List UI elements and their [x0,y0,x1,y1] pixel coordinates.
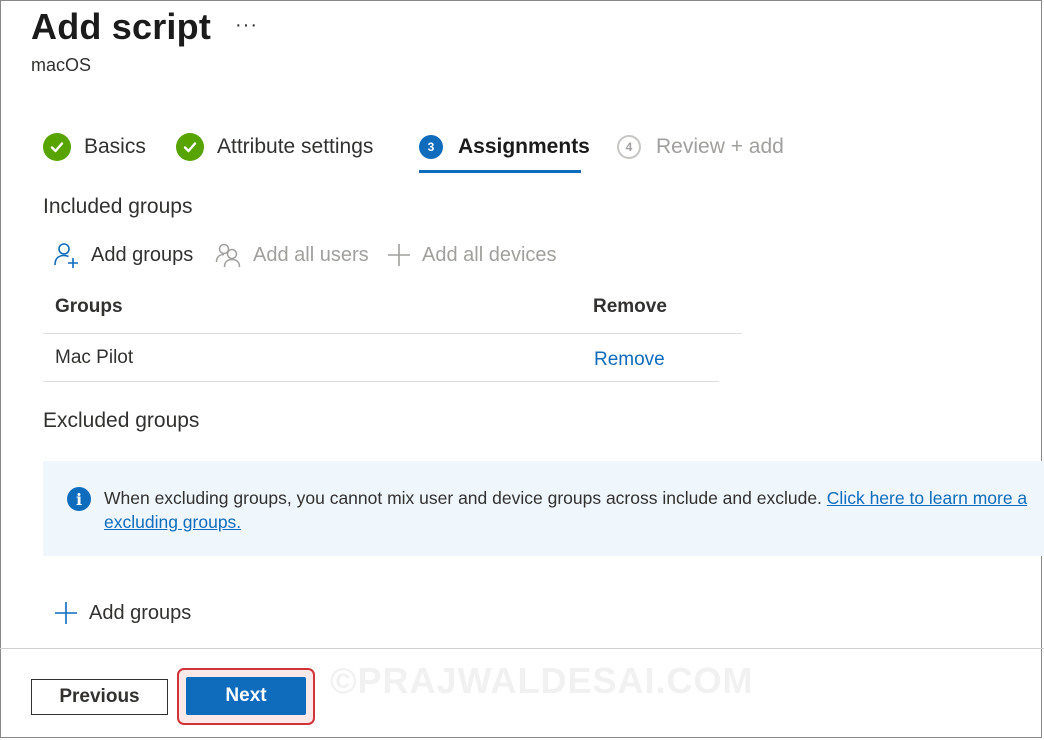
info-message: When excluding groups, you cannot mix us… [104,486,1027,534]
page-title: Add script [31,6,212,47]
learn-more-link[interactable]: Click here to learn more a [827,488,1027,508]
add-all-devices-button[interactable]: Add all devices [386,240,557,270]
step-review-add[interactable]: 4 Review + add [617,130,784,164]
remove-group-link[interactable]: Remove [594,349,665,371]
step-label: Attribute settings [217,135,374,158]
checkmark-icon [43,133,71,161]
step-basics[interactable]: Basics [43,130,146,164]
add-excluded-groups-button[interactable]: Add groups [53,598,191,628]
group-name-cell: Mac Pilot [55,347,134,368]
column-header-remove: Remove [593,296,667,317]
learn-more-link-continued[interactable]: excluding groups. [104,512,241,532]
step-label: Assignments [458,135,590,158]
info-icon: i [67,487,91,511]
add-all-users-label: Add all users [253,243,369,266]
info-text: When excluding groups, you cannot mix us… [104,488,822,508]
step-number-badge: 4 [617,135,641,159]
users-icon [215,243,241,268]
included-groups-heading: Included groups [43,195,193,218]
previous-button[interactable]: Previous [31,679,168,715]
step-number-badge: 3 [419,135,443,159]
plus-icon [388,244,410,266]
step-attribute-settings[interactable]: Attribute settings [176,130,373,164]
table-row-divider [43,381,719,382]
checkmark-icon [176,133,204,161]
info-banner: i When excluding groups, you cannot mix … [43,461,1044,556]
table-header-divider [43,333,742,334]
add-all-users-button[interactable]: Add all users [215,240,369,270]
add-groups-label: Add groups [89,601,192,624]
footer-divider [0,648,1044,649]
page-subtitle: macOS [31,55,92,75]
step-label: Review + add [656,135,784,158]
add-all-devices-label: Add all devices [422,243,557,266]
step-label: Basics [84,135,146,158]
more-options-button[interactable]: ··· [235,14,258,37]
next-button[interactable]: Next [186,677,306,715]
step-assignments[interactable]: 3 Assignments [419,130,590,164]
add-groups-button[interactable]: Add groups [53,240,193,270]
excluded-groups-heading: Excluded groups [43,409,200,432]
add-user-icon [54,243,78,268]
add-groups-label: Add groups [91,243,194,266]
column-header-groups: Groups [55,296,123,317]
watermark: ©PRAJWALDESAI.COM [330,660,754,701]
active-step-indicator [419,170,581,173]
plus-icon [55,602,77,624]
